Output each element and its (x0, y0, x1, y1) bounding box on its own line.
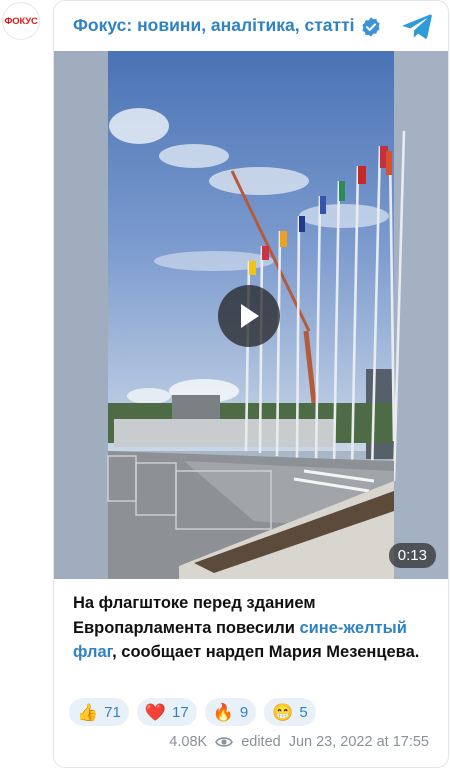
view-count: 4.08K (169, 734, 208, 750)
post-text-part: , сообщает нардеп Мария Мезенцева. (112, 643, 420, 661)
channel-title[interactable]: Фокус: новини, аналітика, статті (73, 15, 355, 36)
post-card: Фокус: новини, аналітика, статті 0:13 На… (53, 0, 449, 768)
reaction-count: 71 (104, 703, 121, 721)
reaction-emoji: 😁 (272, 702, 294, 722)
post-text-part: На флагштоке перед зданием Европарламент… (73, 594, 316, 637)
reaction-emoji: 🔥 (212, 702, 234, 722)
eye-icon (215, 737, 234, 747)
edited-label: edited (241, 734, 281, 750)
post-text: На флагштоке перед зданием Европарламент… (73, 591, 433, 665)
reaction-emoji: ❤️ (144, 702, 167, 722)
post-header: Фокус: новини, аналітика, статті (54, 1, 448, 51)
video-preview[interactable]: 0:13 (54, 51, 448, 579)
avatar-logo-text: ФОКУС (4, 15, 38, 27)
play-icon (241, 304, 259, 328)
reaction-heart[interactable]: ❤️ 17 (136, 698, 197, 726)
reaction-count: 5 (299, 703, 308, 721)
reaction-count: 17 (172, 703, 189, 721)
post-date[interactable]: Jun 23, 2022 at 17:55 (289, 734, 429, 750)
reaction-fire[interactable]: 🔥 9 (204, 698, 257, 726)
reaction-thumbs-up[interactable]: 👍 71 (69, 698, 129, 726)
reaction-count: 9 (239, 703, 249, 721)
reactions-bar: 👍 71 ❤️ 17 🔥 9 😁 5 (69, 698, 316, 726)
video-duration: 0:13 (388, 543, 436, 568)
post-meta: 4.08K edited Jun 23, 2022 at 17:55 (169, 734, 429, 750)
channel-avatar[interactable]: ФОКУС (2, 2, 40, 40)
reaction-emoji: 👍 (77, 702, 99, 722)
play-button[interactable] (218, 285, 280, 347)
verified-badge-icon (362, 17, 380, 37)
telegram-icon[interactable] (402, 13, 432, 39)
reaction-grin[interactable]: 😁 5 (264, 698, 316, 726)
